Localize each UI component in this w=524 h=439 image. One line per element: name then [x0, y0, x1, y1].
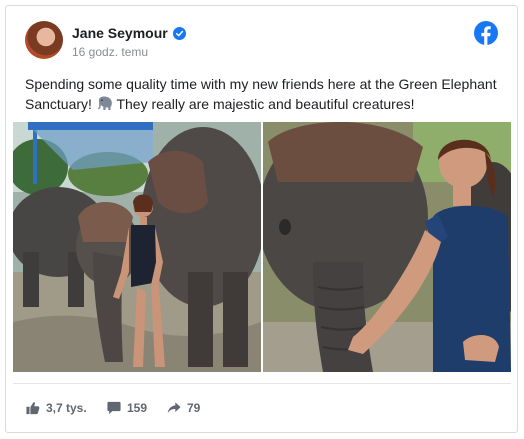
author-name[interactable]: Jane Seymour: [72, 25, 168, 41]
post-text: Spending some quality time with my new f…: [25, 74, 503, 114]
comment-icon: [107, 401, 121, 415]
photo-left[interactable]: [13, 122, 261, 372]
facebook-logo-icon[interactable]: [474, 21, 498, 45]
share-button[interactable]: 79: [167, 399, 200, 417]
comment-button[interactable]: 159: [107, 399, 147, 417]
thumbs-up-icon: [26, 402, 40, 415]
share-count: 79: [187, 401, 201, 415]
like-button[interactable]: 3,7 tys.: [26, 399, 87, 417]
photo-right[interactable]: [263, 122, 511, 372]
like-count: 3,7 tys.: [46, 401, 87, 415]
avatar[interactable]: [25, 21, 63, 59]
verified-badge-icon: [173, 27, 186, 40]
action-bar: 3,7 tys. 159 79: [6, 384, 517, 432]
post-timestamp[interactable]: 16 godz. temu: [72, 45, 148, 59]
share-arrow-icon: [167, 402, 181, 414]
photo-grid: [13, 122, 511, 372]
elephant-emoji-icon: [97, 96, 112, 110]
facebook-post: Jane Seymour 16 godz. temu Spending some…: [5, 5, 518, 433]
post-header: Jane Seymour 16 godz. temu: [6, 6, 517, 70]
comment-count: 159: [127, 401, 148, 415]
post-text-continued: They really are majestic and beautiful c…: [116, 96, 415, 112]
